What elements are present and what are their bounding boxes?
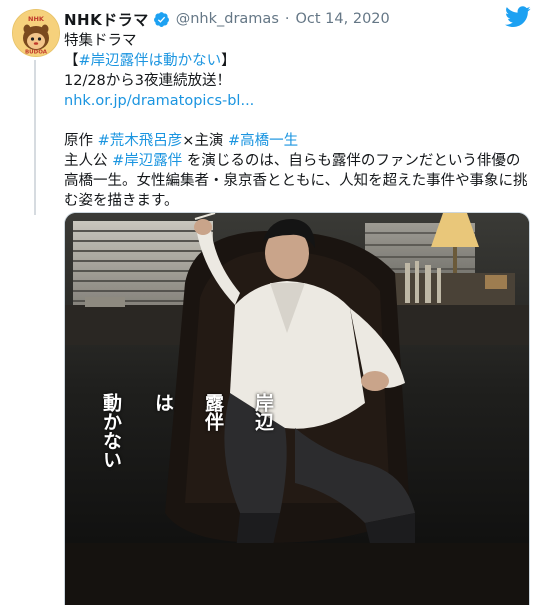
tweet-date[interactable]: Oct 14, 2020 [296,11,390,27]
handle[interactable]: @nhk_dramas [176,11,279,27]
poster-title-col4: 動かない [100,393,122,469]
bracket-close: 】 [221,53,236,69]
link-nhk[interactable]: nhk.or.jp/dramatopics-bl... [64,91,530,111]
text-line-hashtag-title: 【#岸辺露伴は動かない】 [64,51,530,71]
nhk-mascot-avatar-icon: NHK BUDOA [13,10,59,56]
credits-mid: ×主演 [182,133,229,149]
hashtag-character[interactable]: #岸辺露伴 [112,153,182,169]
svg-text:NHK: NHK [28,15,45,23]
hashtag-actor[interactable]: #高橋一生 [228,133,298,149]
tweet-media-image[interactable]: 岸辺 露伴 は 動かない [64,212,530,605]
poster-title-col1: 岸辺 [252,393,274,431]
verified-badge-icon [153,11,169,27]
svg-text:BUDOA: BUDOA [25,50,48,56]
hashtag-author[interactable]: #荒木飛呂彦 [98,133,183,149]
tweet-header: NHKドラマ @nhk_dramas · Oct 14, 2020 [64,9,390,29]
thread-line [34,60,36,215]
tweet-text: 特集ドラマ 【#岸辺露伴は動かない】 12/28から3夜連続放送！ nhk.or… [64,31,530,211]
text-line-broadcast: 12/28から3夜連続放送！ [64,73,232,89]
display-name[interactable]: NHKドラマ [64,9,149,30]
text-line-title: 特集ドラマ [64,33,137,49]
bracket-open: 【 [64,53,79,69]
desc-prefix: 主人公 [64,153,113,169]
credits-prefix: 原作 [64,133,98,149]
poster-title-col3: は [152,393,174,412]
poster-photo [65,213,529,605]
avatar[interactable]: NHK BUDOA [12,9,60,57]
tweet[interactable]: NHK BUDOA NHKドラマ @nhk_dramas · Oct 14, 2… [0,0,543,605]
separator-dot: · [284,11,290,27]
text-line-credits: 原作 #荒木飛呂彦×主演 #高橋一生 [64,131,530,151]
twitter-bird-icon[interactable] [505,6,531,28]
poster-title-col2: 露伴 [202,393,224,431]
hashtag-kishibe-rohan-title[interactable]: #岸辺露伴は動かない [79,53,222,69]
text-line-description: 主人公 #岸辺露伴 を演じるのは、自らも露伴のファンだという俳優の高橋一生。女性… [64,151,530,211]
